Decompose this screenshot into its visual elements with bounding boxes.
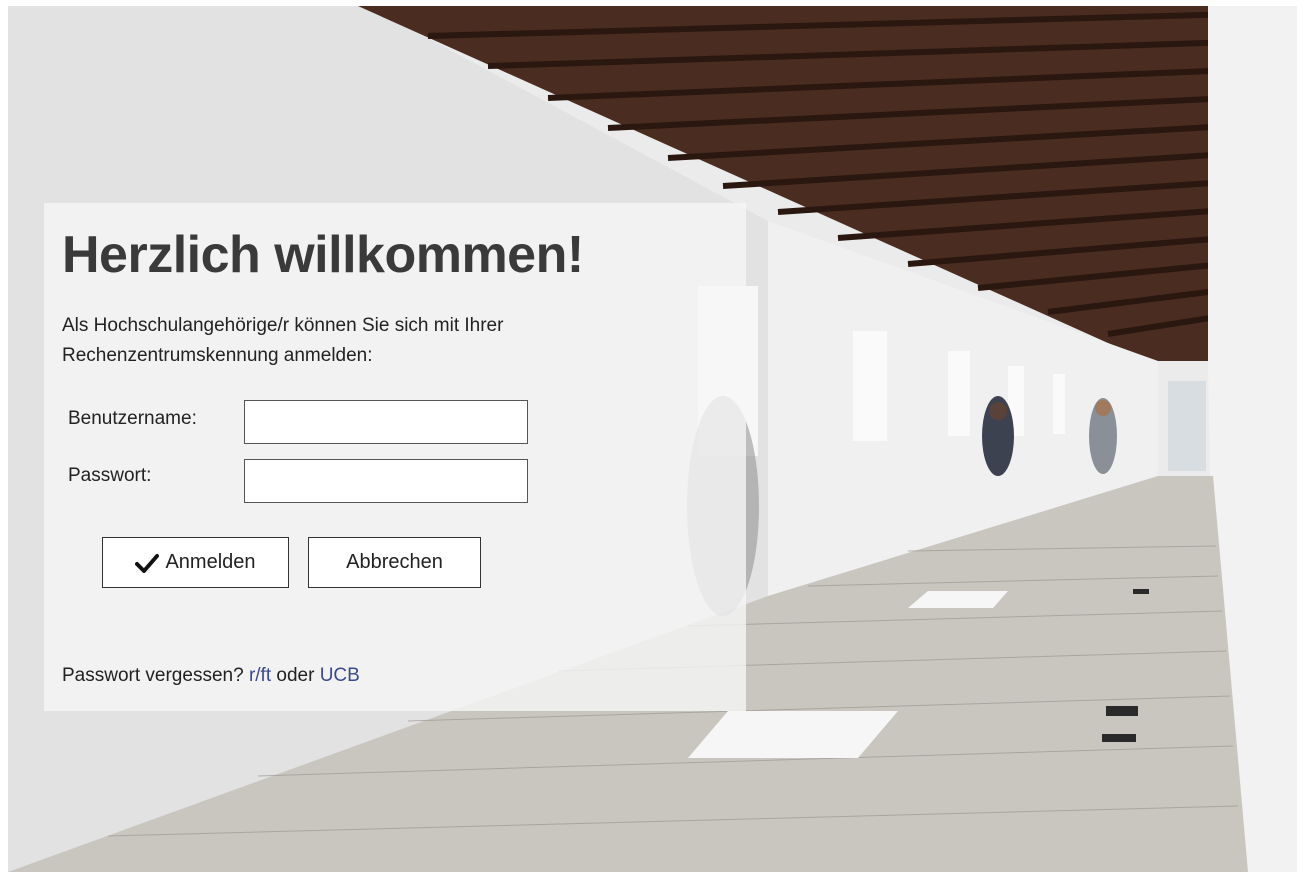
forgot-link-ucb[interactable]: UCB <box>320 665 360 686</box>
login-panel: Herzlich willkommen! Als Hochschulangehö… <box>44 203 746 711</box>
welcome-title: Herzlich willkommen! <box>62 226 584 284</box>
password-label: Passwort: <box>68 465 152 486</box>
cancel-button-label: Abbrechen <box>346 551 443 573</box>
intro-text: Als Hochschulangehörige/r können Sie sic… <box>62 315 504 366</box>
login-button[interactable]: Anmelden <box>102 537 289 588</box>
password-input[interactable] <box>244 459 528 503</box>
check-icon <box>135 553 160 573</box>
forgot-password-text: Passwort vergessen? <box>62 665 244 686</box>
forgot-link-rft[interactable]: r/ft <box>249 665 271 686</box>
username-input[interactable] <box>244 400 528 444</box>
forgot-password-line: Passwort vergessen? r/ft oder UCB <box>62 665 360 687</box>
cancel-button[interactable]: Abbrechen <box>308 537 481 588</box>
forgot-conjunction: oder <box>276 665 315 686</box>
login-button-label: Anmelden <box>165 551 256 573</box>
username-label: Benutzername: <box>68 408 197 429</box>
